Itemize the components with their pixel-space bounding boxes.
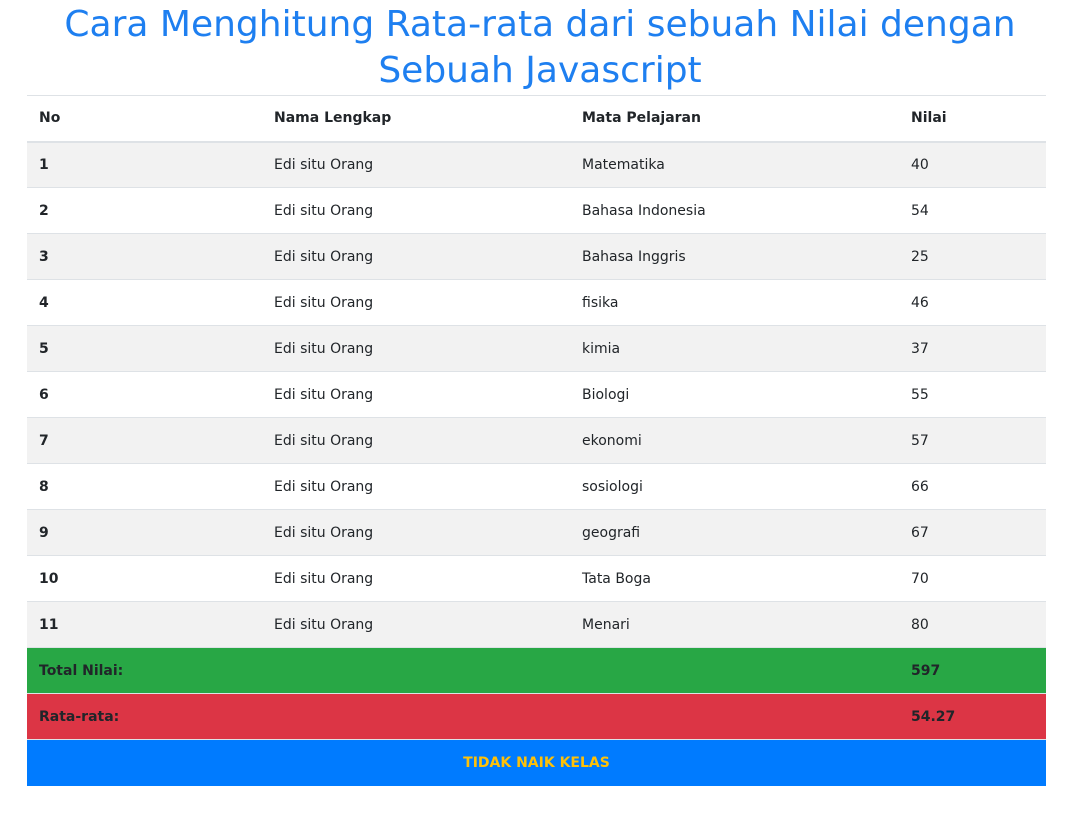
row-no: 7 [27, 417, 262, 464]
row-name: Edi situ Orang [262, 371, 570, 418]
row-subject: sosiologi [570, 463, 899, 510]
table-row: 2 Edi situ Orang Bahasa Indonesia 54 [27, 187, 1046, 234]
table-row: 6 Edi situ Orang Biologi 55 [27, 371, 1046, 418]
table-row: 8 Edi situ Orang sosiologi 66 [27, 463, 1046, 510]
table-row: 9 Edi situ Orang geografi 67 [27, 509, 1046, 556]
table-body: 1 Edi situ Orang Matematika 40 2 Edi situ Ora… [27, 141, 1046, 786]
table-row: 11 Edi situ Orang Menari 80 [27, 601, 1046, 648]
row-score: 55 [899, 371, 1046, 418]
row-name: Edi situ Orang [262, 555, 570, 602]
row-name: Edi situ Orang [262, 279, 570, 326]
table-row: 10 Edi situ Orang Tata Boga 70 [27, 555, 1046, 602]
row-no: 3 [27, 233, 262, 280]
table-header: No Nama Lengkap Mata Pelajaran Nilai [27, 95, 1046, 143]
row-no: 6 [27, 371, 262, 418]
row-name: Edi situ Orang [262, 233, 570, 280]
average-spacer-name [262, 693, 570, 740]
scores-table-container: No Nama Lengkap Mata Pelajaran Nilai 1 Ed… [27, 95, 1046, 786]
row-no: 5 [27, 325, 262, 372]
table-row: 5 Edi situ Orang kimia 37 [27, 325, 1046, 372]
header-name: Nama Lengkap [262, 95, 570, 143]
average-row: Rata-rata: 54.27 [27, 693, 1046, 740]
row-subject: Biologi [570, 371, 899, 418]
total-row: Total Nilai: 597 [27, 647, 1046, 694]
header-no: No [27, 95, 262, 143]
row-subject: Matematika [570, 141, 899, 188]
average-label: Rata-rata: [27, 693, 262, 740]
row-name: Edi situ Orang [262, 325, 570, 372]
row-name: Edi situ Orang [262, 417, 570, 464]
row-score: 70 [899, 555, 1046, 602]
total-label: Total Nilai: [27, 647, 262, 694]
page-title: Cara Menghitung Rata-rata dari sebuah Ni… [64, 4, 1016, 91]
row-name: Edi situ Orang [262, 187, 570, 234]
average-spacer-subject [570, 693, 899, 740]
page: Cara Menghitung Rata-rata dari sebuah Ni… [0, 0, 1080, 820]
row-score: 46 [899, 279, 1046, 326]
header-score: Nilai [899, 95, 1046, 143]
row-score: 57 [899, 417, 1046, 464]
row-score: 54 [899, 187, 1046, 234]
table-row: 4 Edi situ Orang fisika 46 [27, 279, 1046, 326]
header-row: No Nama Lengkap Mata Pelajaran Nilai [27, 95, 1046, 143]
row-name: Edi situ Orang [262, 463, 570, 510]
row-name: Edi situ Orang [262, 141, 570, 188]
row-subject: Bahasa Inggris [570, 233, 899, 280]
header-subject: Mata Pelajaran [570, 95, 899, 143]
row-score: 66 [899, 463, 1046, 510]
table-row: 7 Edi situ Orang ekonomi 57 [27, 417, 1046, 464]
row-subject: geografi [570, 509, 899, 556]
average-value: 54.27 [899, 693, 1046, 740]
scores-table: No Nama Lengkap Mata Pelajaran Nilai 1 Ed… [27, 95, 1046, 786]
row-subject: fisika [570, 279, 899, 326]
row-no: 11 [27, 601, 262, 648]
row-score: 67 [899, 509, 1046, 556]
row-no: 9 [27, 509, 262, 556]
total-spacer-name [262, 647, 570, 694]
row-score: 40 [899, 141, 1046, 188]
row-no: 1 [27, 141, 262, 188]
row-no: 8 [27, 463, 262, 510]
row-name: Edi situ Orang [262, 509, 570, 556]
row-score: 80 [899, 601, 1046, 648]
row-subject: ekonomi [570, 417, 899, 464]
row-subject: kimia [570, 325, 899, 372]
total-spacer-subject [570, 647, 899, 694]
status-row: TIDAK NAIK KELAS [27, 739, 1046, 786]
row-subject: Menari [570, 601, 899, 648]
row-score: 37 [899, 325, 1046, 372]
row-subject: Tata Boga [570, 555, 899, 602]
row-subject: Bahasa Indonesia [570, 187, 899, 234]
total-value: 597 [899, 647, 1046, 694]
row-no: 2 [27, 187, 262, 234]
table-row: 3 Edi situ Orang Bahasa Inggris 25 [27, 233, 1046, 280]
row-no: 4 [27, 279, 262, 326]
table-row: 1 Edi situ Orang Matematika 40 [27, 141, 1046, 188]
row-name: Edi situ Orang [262, 601, 570, 648]
row-score: 25 [899, 233, 1046, 280]
row-no: 10 [27, 555, 262, 602]
status-text: TIDAK NAIK KELAS [27, 739, 1046, 786]
